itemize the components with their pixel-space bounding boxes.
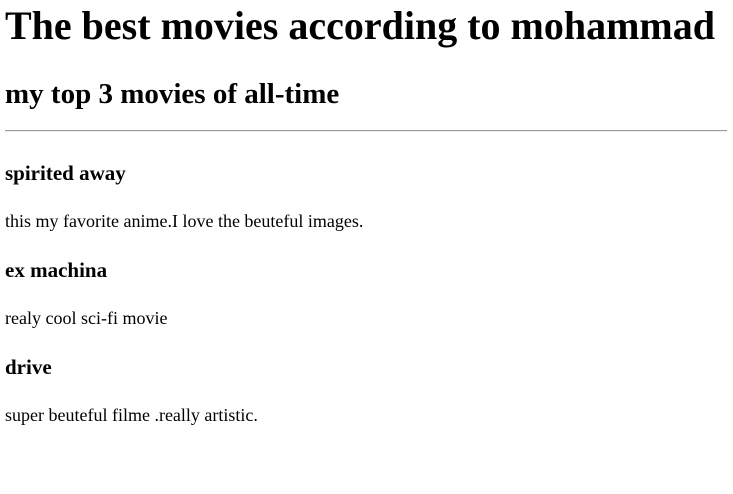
section-divider	[5, 130, 727, 132]
movie-description: realy cool sci-fi movie	[5, 308, 168, 328]
movie-title: spirited away	[5, 161, 126, 185]
movie-description: this my favorite anime.I love the beutef…	[5, 211, 364, 231]
movie-title: drive	[5, 355, 52, 379]
page-title: The best movies according to mohammad	[5, 3, 715, 48]
movie-description: super beuteful filme .really artistic.	[5, 405, 258, 425]
page-subtitle: my top 3 movies of all-time	[5, 78, 340, 110]
movie-title: ex machina	[5, 258, 108, 282]
